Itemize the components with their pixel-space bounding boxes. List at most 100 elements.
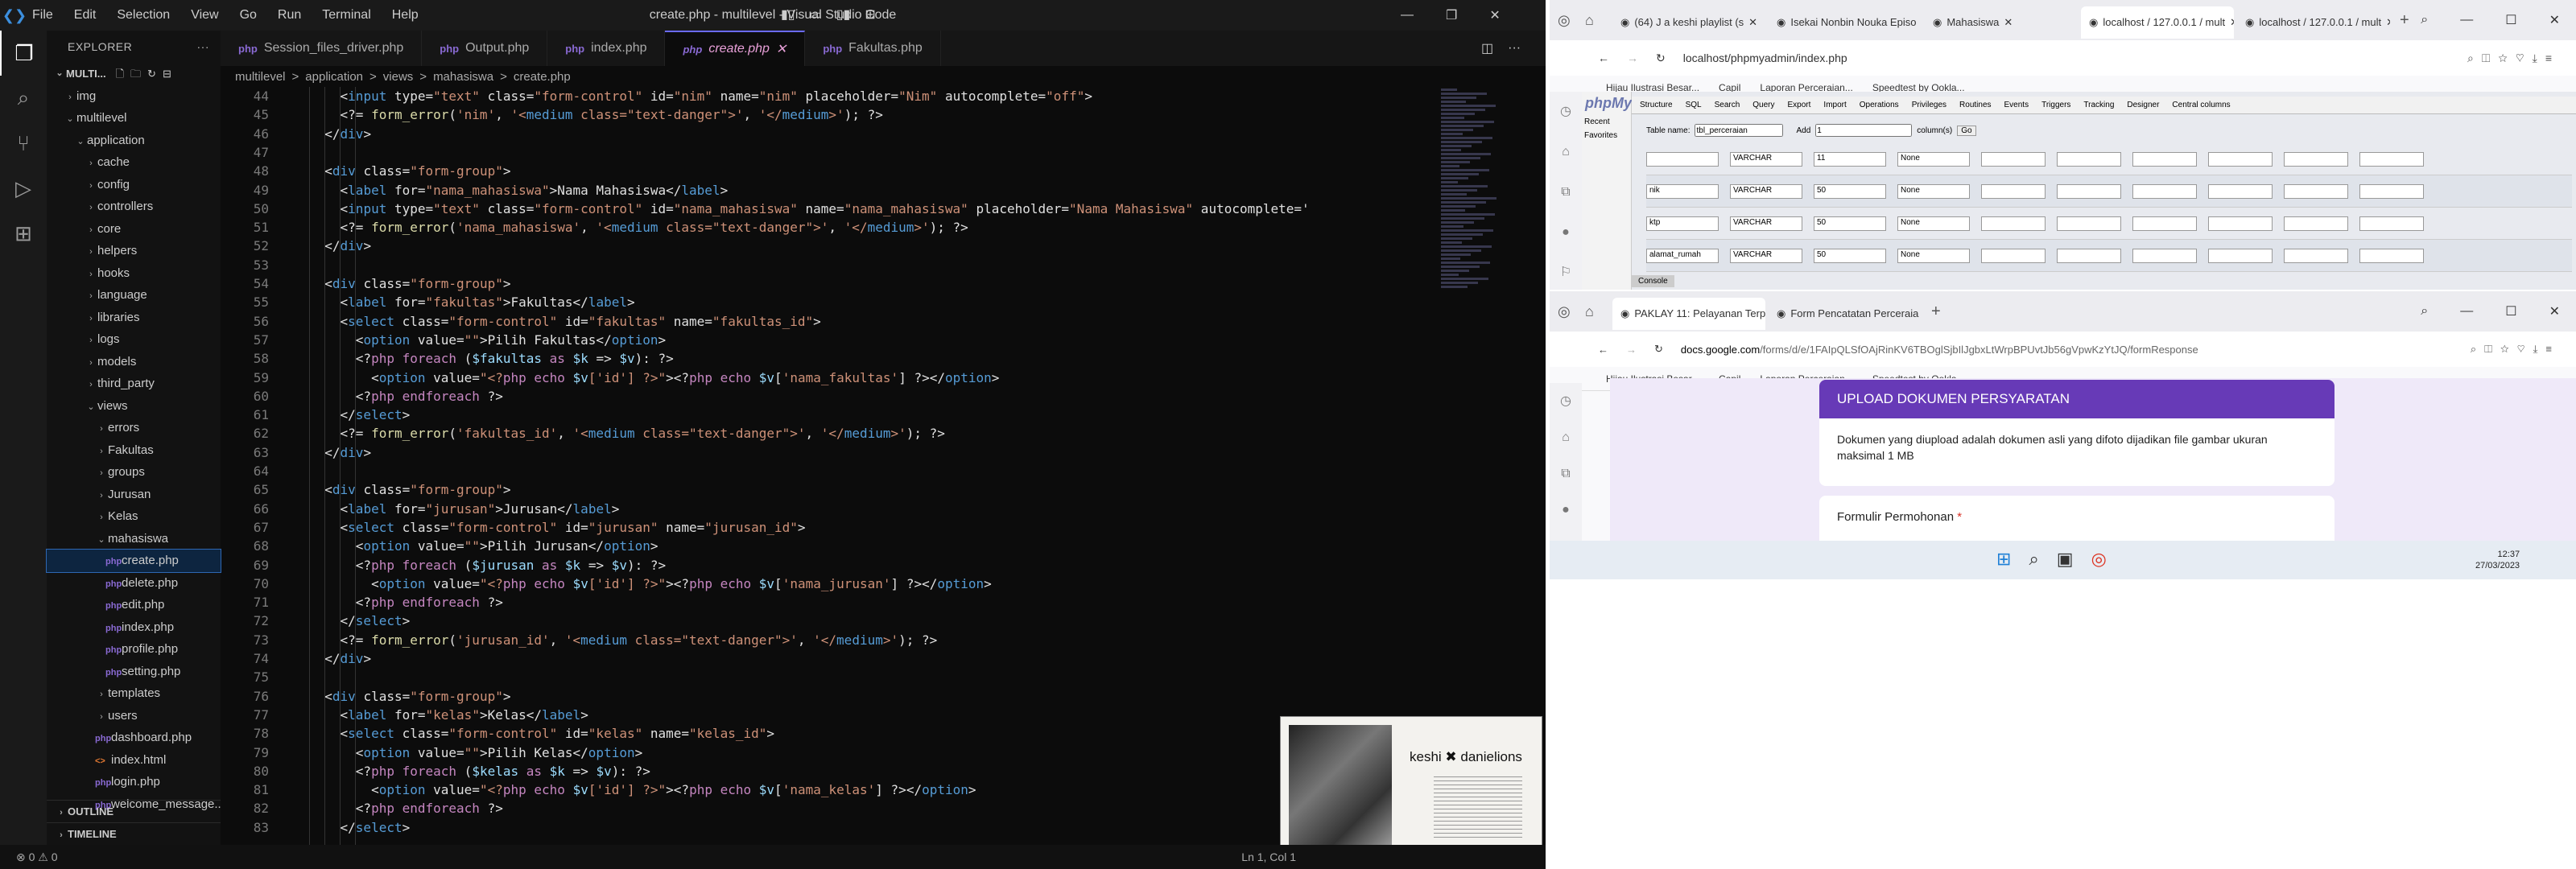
code-line[interactable]: <?= form_error('fakultas_id', '<medium c… (309, 426, 945, 441)
search-icon[interactable]: ⌕ (0, 76, 47, 121)
column-option-select[interactable] (2284, 216, 2348, 231)
tab-close-icon[interactable]: ✕ (2386, 16, 2390, 29)
explorer-icon[interactable]: ❐ (0, 31, 47, 76)
breadcrumb-item[interactable]: views (383, 70, 414, 84)
restore-icon[interactable]: ❐ (1446, 7, 1457, 23)
pma-tab-designer[interactable]: Designer (2127, 101, 2159, 109)
tree-item[interactable]: phpprofile.php (47, 638, 221, 661)
tree-item[interactable]: › errors (47, 417, 221, 439)
code-line[interactable]: <option value="<?php echo $v['id'] ?>"><… (309, 576, 992, 591)
column-option-select[interactable] (2208, 248, 2273, 263)
browser2-controller-icon[interactable]: ⌂ (1585, 303, 1609, 320)
column-length-input[interactable]: 11 (1814, 151, 1886, 167)
column-option-select[interactable] (2359, 216, 2424, 231)
menu-item-view[interactable]: View (191, 8, 218, 23)
pma-tab-routines[interactable]: Routines (1959, 101, 1991, 109)
column-default-select[interactable]: None (1897, 183, 1970, 199)
column-option-select[interactable] (2284, 183, 2348, 199)
close-icon[interactable]: ✕ (1489, 7, 1500, 23)
pma-favorites[interactable]: Favorites (1582, 129, 1631, 142)
taskbar-search-icon[interactable]: ⌕ (2029, 549, 2038, 570)
toggle-sidebar-icon[interactable]: ▮▯ (781, 6, 795, 23)
browser-tab[interactable]: ◉ (64) J a keshi playlist (s ✕ (1612, 6, 1765, 39)
tree-item[interactable]: phpsetting.php (47, 661, 221, 683)
tree-item[interactable]: › cache (47, 151, 221, 174)
editor-tab[interactable]: php index.php (547, 31, 666, 66)
tree-item[interactable]: › controllers (47, 196, 221, 218)
outline-section[interactable]: › OUTLINE (47, 800, 221, 822)
code-line[interactable]: <?= form_error('nim', '<medium class="te… (309, 107, 883, 122)
tab-close-icon[interactable]: ✕ (1748, 16, 1757, 29)
go-button[interactable]: Go (1957, 125, 1976, 136)
clock[interactable]: 12:37 27/03/2023 (2475, 549, 2520, 571)
task-view-icon[interactable]: ▣ (2057, 549, 2074, 570)
editor-tab[interactable]: php Output.php (422, 31, 548, 66)
more-actions-icon[interactable]: ··· (197, 31, 210, 63)
tree-item[interactable]: › templates (47, 682, 221, 705)
column-option-select[interactable] (1981, 151, 2046, 167)
tree-item[interactable]: › helpers (47, 240, 221, 262)
column-length-input[interactable]: 50 (1814, 216, 1886, 231)
tree-item[interactable]: › Fakultas (47, 439, 221, 462)
code-line[interactable]: <option value="">Pilih Fakultas</option> (309, 332, 666, 348)
browser-tab[interactable]: ◉ Mahasiswa ✕ (1925, 6, 2078, 39)
breadcrumb-item[interactable]: multilevel (235, 70, 286, 84)
menu-item-help[interactable]: Help (392, 8, 419, 23)
add-columns-input[interactable] (1815, 124, 1913, 137)
editor-more-icon[interactable]: ··· (1508, 41, 1521, 56)
column-option-select[interactable] (2359, 248, 2424, 263)
cursor-position[interactable]: Ln 1, Col 1 (1241, 850, 1296, 863)
editor-tab[interactable]: php Fakultas.php (805, 31, 941, 66)
column-option-select[interactable] (2057, 151, 2121, 167)
tree-item[interactable]: phpedit.php (47, 594, 221, 616)
tree-item[interactable]: ⌄ multilevel (47, 107, 221, 130)
browser2-minimize-icon[interactable]: — (2460, 304, 2473, 319)
menu-item-selection[interactable]: Selection (117, 8, 170, 23)
tree-item[interactable]: › core (47, 218, 221, 241)
tree-item[interactable]: › groups (47, 461, 221, 484)
split-editor-icon[interactable]: ◫ (1481, 40, 1493, 56)
browser2-toolbar-icons[interactable]: ⌕◫☆♡⤓≡ (2471, 343, 2576, 356)
code-line[interactable]: <?php endforeach ?> (309, 595, 503, 610)
column-option-select[interactable] (2359, 151, 2424, 167)
timeline-section[interactable]: › TIMELINE (47, 822, 221, 845)
browser2-tab-menu-icon[interactable]: ◎ (1558, 303, 1582, 320)
browser1-close-icon[interactable]: ✕ (2549, 12, 2560, 28)
code-line[interactable]: <option value="">Pilih Kelas</option> (309, 745, 642, 760)
problems-status[interactable]: ⊗ 0 ⚠ 0 (16, 850, 58, 864)
pma-tab-privileges[interactable]: Privileges (1912, 101, 1946, 109)
column-option-select[interactable] (2284, 151, 2348, 167)
breadcrumb-item[interactable]: create.php (514, 70, 571, 84)
code-line[interactable]: <?php foreach ($jurusan as $k => $v): ?> (309, 558, 666, 573)
code-line[interactable]: <option value="<?php echo $v['id'] ?>"><… (309, 782, 976, 797)
tab-close-icon[interactable]: ✕ (2230, 16, 2234, 29)
tree-item[interactable]: › hooks (47, 262, 221, 285)
pma-tab-operations[interactable]: Operations (1860, 101, 1899, 109)
tree-item[interactable]: › config (47, 174, 221, 196)
column-name-input[interactable]: alamat_rumah (1646, 248, 1719, 263)
column-option-select[interactable] (2208, 216, 2273, 231)
browser2-search-icon[interactable]: ⌕ (2421, 304, 2428, 319)
table-name-input[interactable] (1695, 124, 1784, 137)
editor-tab[interactable]: php create.php ✕ (665, 31, 806, 66)
column-option-select[interactable] (2132, 216, 2197, 231)
tree-item[interactable]: ⌄ application (47, 130, 221, 152)
browser1-restore-icon[interactable]: ☐ (2505, 12, 2516, 28)
browser1-toolbar-icons[interactable]: ⌕◫☆♡⤓≡ (2467, 51, 2576, 65)
menu-item-terminal[interactable]: Terminal (322, 8, 370, 23)
tree-item[interactable]: › Kelas (47, 505, 221, 528)
browser1-back-icon[interactable]: ← (1598, 51, 1609, 64)
pma-tab-query[interactable]: Query (1752, 101, 1774, 109)
column-option-select[interactable] (2057, 216, 2121, 231)
column-type-select[interactable]: VARCHAR (1730, 248, 1802, 263)
tree-item[interactable]: › libraries (47, 307, 221, 329)
column-length-input[interactable]: 50 (1814, 248, 1886, 263)
tab-close-icon[interactable]: ✕ (2004, 16, 2013, 29)
browser1-url[interactable]: localhost/phpmyadmin/index.php (1683, 51, 1847, 64)
now-playing-widget[interactable]: keshi ✖ danielions (1280, 716, 1542, 865)
toggle-secondary-sidebar-icon[interactable]: ▯▮ (836, 6, 851, 23)
menu-item-run[interactable]: Run (278, 8, 301, 23)
tree-item[interactable]: › Jurusan (47, 484, 221, 506)
code-line[interactable]: <label for="fakultas">Fakultas</label> (309, 294, 635, 310)
sidebar2-icons[interactable]: ◷ ⌂ ⧉ ● (1550, 383, 1582, 528)
